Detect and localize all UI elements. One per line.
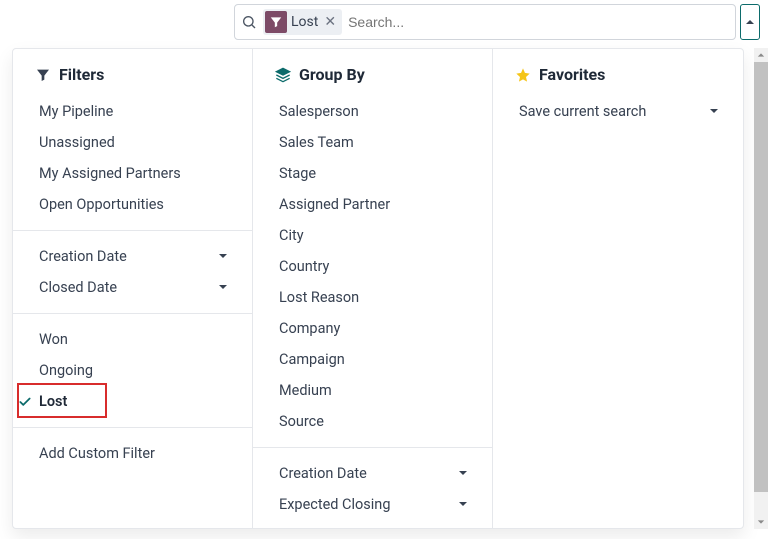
scrollbar-thumb[interactable] [754,62,768,492]
filter-open-opportunities[interactable]: Open Opportunities [35,189,230,220]
separator [13,313,252,314]
filter-won[interactable]: Won [35,324,230,355]
filter-unassigned-label: Unassigned [39,134,115,151]
filter-my-pipeline-label: My Pipeline [39,103,113,120]
caret-down-icon [458,527,468,528]
save-current-search[interactable]: Save current search [515,96,721,127]
funnel-icon [35,67,51,83]
filters-title: Filters [59,65,104,84]
groupby-lost-reason[interactable]: Lost Reason [275,282,470,313]
search-chip-label: Lost [291,14,318,30]
add-custom-filter-label: Add Custom Filter [39,445,155,462]
filters-header: Filters [35,65,230,84]
groupby-country[interactable]: Country [275,251,470,282]
search-options-panel: Filters My Pipeline Unassigned My Assigned… [12,48,744,529]
search-chip-lost[interactable]: Lost ✕ [263,9,342,35]
groupby-company[interactable]: Company [275,313,470,344]
groupby-medium-label: Medium [279,382,332,399]
scrollbar-down[interactable] [754,515,768,529]
groupby-stage[interactable]: Stage [275,158,470,189]
groupby-lost-reason-label: Lost Reason [279,289,359,306]
filter-closed-date[interactable]: Closed Date [35,272,230,303]
chip-remove-icon[interactable]: ✕ [322,14,336,30]
groupby-assigned-partner[interactable]: Assigned Partner [275,189,470,220]
favorites-header: Favorites [515,65,721,84]
groupby-title: Group By [299,65,365,84]
groupby-salesperson[interactable]: Salesperson [275,96,470,127]
caret-down-icon [709,103,719,120]
funnel-icon [265,11,287,33]
filter-creation-date[interactable]: Creation Date [35,241,230,272]
caret-down-icon [218,248,228,265]
add-custom-filter[interactable]: Add Custom Filter [35,438,230,469]
separator [253,447,492,448]
filter-unassigned[interactable]: Unassigned [35,127,230,158]
filter-closed-date-label: Closed Date [39,279,117,296]
groupby-header: Group By [275,65,470,84]
favorites-title: Favorites [539,65,605,84]
groupby-city-label: City [279,227,304,244]
filter-lost[interactable]: Lost [35,386,230,417]
caret-down-icon [458,496,468,513]
groupby-column: Group By Salesperson Sales Team Stage Assig… [253,49,493,528]
groupby-closed-date[interactable]: Closed Date [275,520,470,528]
separator [13,230,252,231]
groupby-source-label: Source [279,413,324,430]
groupby-country-label: Country [279,258,329,275]
groupby-assigned-partner-label: Assigned Partner [279,196,390,213]
groupby-medium[interactable]: Medium [275,375,470,406]
groupby-expected-closing[interactable]: Expected Closing [275,489,470,520]
filter-won-label: Won [39,331,68,348]
filter-creation-date-label: Creation Date [39,248,127,265]
groupby-sales-team[interactable]: Sales Team [275,127,470,158]
filter-lost-label: Lost [39,393,67,410]
search-input[interactable] [348,14,729,30]
save-current-search-label: Save current search [519,103,646,120]
filter-my-pipeline[interactable]: My Pipeline [35,96,230,127]
filter-ongoing[interactable]: Ongoing [35,355,230,386]
groupby-company-label: Company [279,320,340,337]
groupby-campaign[interactable]: Campaign [275,344,470,375]
search-icon [241,14,257,30]
caret-down-icon [218,279,228,296]
layers-icon [275,67,291,83]
filter-my-assigned-partners-label: My Assigned Partners [39,165,181,182]
scrollbar-up[interactable] [754,48,768,62]
filter-open-opportunities-label: Open Opportunities [39,196,164,213]
caret-down-icon [458,465,468,482]
groupby-sales-team-label: Sales Team [279,134,354,151]
groupby-salesperson-label: Salesperson [279,103,359,120]
groupby-stage-label: Stage [279,165,316,182]
groupby-expected-closing-label: Expected Closing [279,496,390,513]
groupby-closed-date-label: Closed Date [279,527,357,528]
groupby-source[interactable]: Source [275,406,470,437]
groupby-creation-date[interactable]: Creation Date [275,458,470,489]
check-icon [18,395,32,409]
filter-ongoing-label: Ongoing [39,362,93,379]
groupby-campaign-label: Campaign [279,351,345,368]
separator [13,427,252,428]
groupby-creation-date-label: Creation Date [279,465,367,482]
filters-column: Filters My Pipeline Unassigned My Assigned… [13,49,253,528]
groupby-city[interactable]: City [275,220,470,251]
favorites-column: Favorites Save current search [493,49,743,528]
caret-up-icon [745,17,755,27]
search-bar[interactable]: Lost ✕ [234,4,736,40]
star-icon [515,67,531,83]
search-dropdown-toggle[interactable] [740,4,760,40]
filter-my-assigned-partners[interactable]: My Assigned Partners [35,158,230,189]
